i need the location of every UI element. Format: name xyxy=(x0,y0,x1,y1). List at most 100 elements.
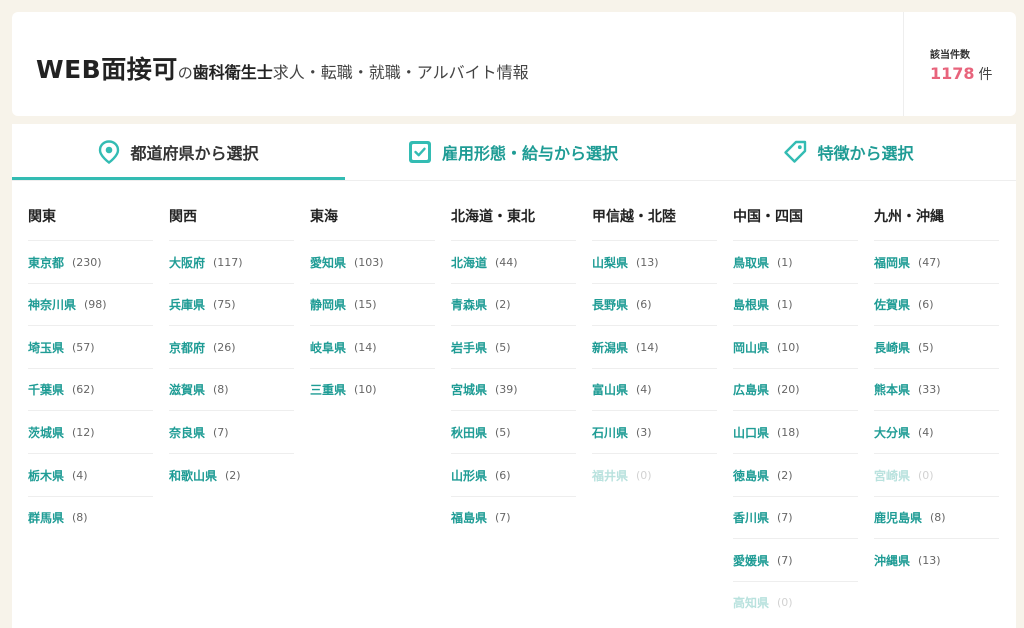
prefecture-count: (2) xyxy=(225,468,241,482)
prefecture-name: 新潟県 xyxy=(592,340,629,355)
region-title: 東海 xyxy=(310,209,338,225)
prefecture-name: 長崎県 xyxy=(874,340,911,355)
prefecture-link[interactable]: 千葉県 (62) xyxy=(28,367,153,411)
prefecture-link: 宮崎県 (0) xyxy=(874,453,999,496)
prefecture-count: (39) xyxy=(495,383,518,397)
prefecture-count: (0) xyxy=(918,468,934,482)
prefecture-link[interactable]: 福岡県 (47) xyxy=(874,240,999,283)
prefecture-link[interactable]: 沖縄県 (13) xyxy=(874,538,999,581)
prefecture-count: (5) xyxy=(918,340,934,354)
prefecture-count: (7) xyxy=(777,511,793,525)
prefecture-count: (6) xyxy=(636,298,652,312)
prefecture-name: 秋田県 xyxy=(451,425,488,440)
prefecture-link[interactable]: 徳島県 (2) xyxy=(733,453,858,496)
prefecture-count: (3) xyxy=(636,425,652,439)
prefecture-link[interactable]: 大分県 (4) xyxy=(874,410,999,453)
tab-employment[interactable]: 雇用形態・給与から選択 xyxy=(345,124,681,180)
prefecture-name: 鹿児島県 xyxy=(874,511,923,526)
prefecture-count: (14) xyxy=(354,340,377,354)
prefecture-link[interactable]: 北海道 (44) xyxy=(451,240,576,283)
prefecture-count: (33) xyxy=(918,383,941,397)
prefecture-name: 栃木県 xyxy=(28,468,65,483)
prefecture-link[interactable]: 静岡県 (15) xyxy=(310,282,435,326)
prefecture-link[interactable]: 長野県 (6) xyxy=(592,282,717,326)
prefecture-link[interactable]: 福島県 (7) xyxy=(451,495,576,539)
prefecture-link[interactable]: 富山県 (4) xyxy=(592,367,717,411)
prefecture-link[interactable]: 兵庫県 (75) xyxy=(169,282,294,326)
prefecture-count: (0) xyxy=(777,596,793,610)
prefecture-count: (4) xyxy=(72,468,88,482)
prefecture-count: (75) xyxy=(213,298,236,312)
prefecture-link[interactable]: 埼玉県 (57) xyxy=(28,325,153,368)
prefecture-count: (18) xyxy=(777,425,800,439)
prefecture-link[interactable]: 青森県 (2) xyxy=(451,282,576,326)
prefecture-link[interactable]: 長崎県 (5) xyxy=(874,325,999,368)
prefecture-count: (4) xyxy=(918,425,934,439)
prefecture-link[interactable]: 島根県 (1) xyxy=(733,282,858,326)
prefecture-count: (7) xyxy=(777,553,793,567)
prefecture-name: 岡山県 xyxy=(733,340,770,355)
prefecture-count: (4) xyxy=(636,383,652,397)
prefecture-name: 北海道 xyxy=(451,255,488,270)
prefecture-link[interactable]: 愛知県 (103) xyxy=(310,240,435,283)
prefecture-name: 神奈川県 xyxy=(28,298,77,313)
prefecture-count: (117) xyxy=(213,255,243,269)
prefecture-name: 兵庫県 xyxy=(169,298,206,313)
prefecture-link[interactable]: 鹿児島県 (8) xyxy=(874,495,999,539)
tab-prefecture[interactable]: 都道府県から選択 xyxy=(12,124,345,180)
prefecture-link[interactable]: 愛媛県 (7) xyxy=(733,538,858,581)
tab-features[interactable]: 特徴から選択 xyxy=(681,124,1016,180)
prefecture-count: (7) xyxy=(213,425,229,439)
prefecture-link[interactable]: 新潟県 (14) xyxy=(592,325,717,368)
prefecture-link[interactable]: 秋田県 (5) xyxy=(451,410,576,453)
prefecture-link[interactable]: 山梨県 (13) xyxy=(592,240,717,283)
prefecture-link[interactable]: 京都府 (26) xyxy=(169,325,294,368)
prefecture-link[interactable]: 熊本県 (33) xyxy=(874,367,999,411)
prefecture-link[interactable]: 群馬県 (8) xyxy=(28,495,153,539)
region-grid: 関東 東京都 (230) 神奈川県 (98) 埼玉県 (57) 千葉県 (62) 茨城県 (12) 栃… xyxy=(12,180,1016,628)
prefecture-name: 鳥取県 xyxy=(733,255,770,270)
prefecture-link[interactable]: 山口県 (18) xyxy=(733,410,858,453)
prefecture-link[interactable]: 奈良県 (7) xyxy=(169,410,294,453)
prefecture-link[interactable]: 滋賀県 (8) xyxy=(169,367,294,411)
prefecture-name: 愛知県 xyxy=(310,255,347,270)
title-particle: の xyxy=(177,64,193,82)
prefecture-name: 広島県 xyxy=(733,383,770,398)
prefecture-link[interactable]: 大阪府 (117) xyxy=(169,240,294,283)
prefecture-link[interactable]: 神奈川県 (98) xyxy=(28,282,153,326)
prefecture-link[interactable]: 三重県 (10) xyxy=(310,367,435,411)
region-title: 中国・四国 xyxy=(733,209,803,225)
prefecture-link[interactable]: 茨城県 (12) xyxy=(28,410,153,453)
region-title: 関西 xyxy=(169,209,197,225)
prefecture-link[interactable]: 山形県 (6) xyxy=(451,453,576,496)
prefecture-name: 香川県 xyxy=(733,511,770,526)
tab-features-label: 特徴から選択 xyxy=(817,144,914,163)
prefecture-link[interactable]: 宮城県 (39) xyxy=(451,367,576,411)
prefecture-name: 福井県 xyxy=(592,468,629,483)
prefecture-link[interactable]: 鳥取県 (1) xyxy=(733,240,858,283)
prefecture-link[interactable]: 東京都 (230) xyxy=(28,240,153,283)
prefecture-count: (1) xyxy=(777,255,793,269)
result-count: 1178 件 xyxy=(930,64,993,84)
prefecture-link[interactable]: 岡山県 (10) xyxy=(733,325,858,368)
prefecture-link[interactable]: 栃木県 (4) xyxy=(28,453,153,496)
prefecture-count: (8) xyxy=(930,511,946,525)
prefecture-count: (98) xyxy=(84,298,107,312)
prefecture-link[interactable]: 岐阜県 (14) xyxy=(310,325,435,368)
prefecture-link[interactable]: 和歌山県 (2) xyxy=(169,453,294,496)
prefecture-link[interactable]: 岩手県 (5) xyxy=(451,325,576,368)
prefecture-link[interactable]: 広島県 (20) xyxy=(733,367,858,411)
prefecture-count: (20) xyxy=(777,383,800,397)
prefecture-count: (13) xyxy=(918,553,941,567)
prefecture-count: (0) xyxy=(636,468,652,482)
prefecture-link[interactable]: 石川県 (3) xyxy=(592,410,717,453)
prefecture-count: (1) xyxy=(777,298,793,312)
prefecture-link[interactable]: 香川県 (7) xyxy=(733,495,858,539)
prefecture-link[interactable]: 佐賀県 (6) xyxy=(874,282,999,326)
result-count-box: 該当件数 1178 件 xyxy=(903,12,1016,116)
prefecture-count: (230) xyxy=(72,255,102,269)
prefecture-name: 青森県 xyxy=(451,298,488,313)
title-rest: 求人・転職・就職・アルバイト情報 xyxy=(272,63,529,82)
prefecture-count: (57) xyxy=(72,340,95,354)
prefecture-name: 富山県 xyxy=(592,383,629,398)
